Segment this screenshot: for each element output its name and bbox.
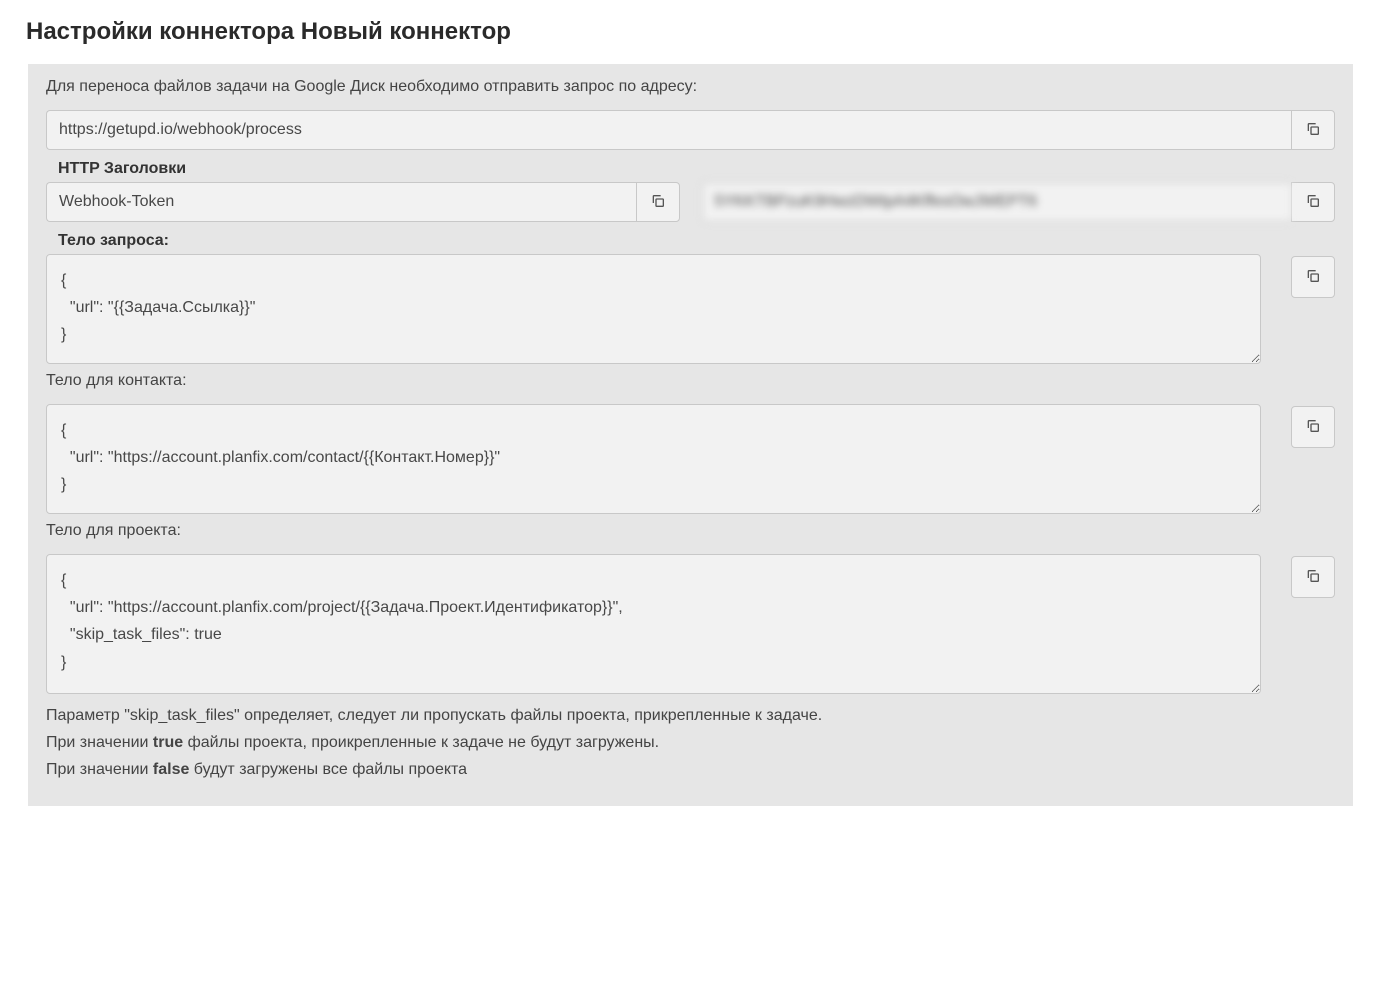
copy-task-body-button[interactable] [1291, 256, 1335, 298]
http-headers-label: HTTP Заголовки [58, 160, 1335, 178]
footnote-text: При значении [46, 761, 153, 778]
footnote-bold: false [153, 761, 189, 778]
task-body-row [46, 254, 1335, 364]
page-title: Настройки коннектора Новый коннектор [0, 0, 1373, 64]
webhook-url-input[interactable] [46, 110, 1291, 150]
settings-panel: Для переноса файлов задачи на Google Дис… [28, 64, 1353, 806]
footnote-text: будут загружены все файлы проекта [189, 761, 467, 778]
copy-project-body-button[interactable] [1291, 556, 1335, 598]
webhook-url-row [46, 110, 1335, 150]
footnote-line-2: При значении true файлы проекта, проикре… [46, 729, 1335, 756]
copy-webhook-url-button[interactable] [1291, 110, 1335, 150]
request-body-label: Тело запроса: [58, 232, 1335, 250]
copy-contact-body-button[interactable] [1291, 406, 1335, 448]
footnote-text: файлы проекта, проикрепленные к задаче н… [183, 734, 659, 751]
intro-text: Для переноса файлов задачи на Google Дис… [46, 78, 1335, 96]
contact-body-textarea[interactable] [46, 404, 1261, 514]
copy-header-name-button[interactable] [636, 182, 680, 222]
task-body-textarea[interactable] [46, 254, 1261, 364]
copy-icon [1305, 568, 1321, 587]
project-body-textarea[interactable] [46, 554, 1261, 694]
copy-icon [1305, 268, 1321, 287]
copy-icon [650, 193, 666, 212]
header-value-input[interactable] [702, 182, 1292, 222]
copy-header-value-button[interactable] [1291, 182, 1335, 222]
header-name-input[interactable] [46, 182, 636, 222]
copy-icon [1305, 121, 1321, 140]
headers-row [46, 182, 1335, 222]
footnote-bold: true [153, 734, 183, 751]
footnote: Параметр "skip_task_files" определяет, с… [46, 702, 1335, 784]
project-body-row [46, 554, 1335, 694]
copy-icon [1305, 418, 1321, 437]
footnote-line-3: При значении false будут загружены все ф… [46, 756, 1335, 783]
copy-icon [1305, 193, 1321, 212]
footnote-text: При значении [46, 734, 153, 751]
contact-body-label: Тело для контакта: [46, 372, 1335, 390]
footnote-line-1: Параметр "skip_task_files" определяет, с… [46, 702, 1335, 729]
contact-body-row [46, 404, 1335, 514]
project-body-label: Тело для проекта: [46, 522, 1335, 540]
